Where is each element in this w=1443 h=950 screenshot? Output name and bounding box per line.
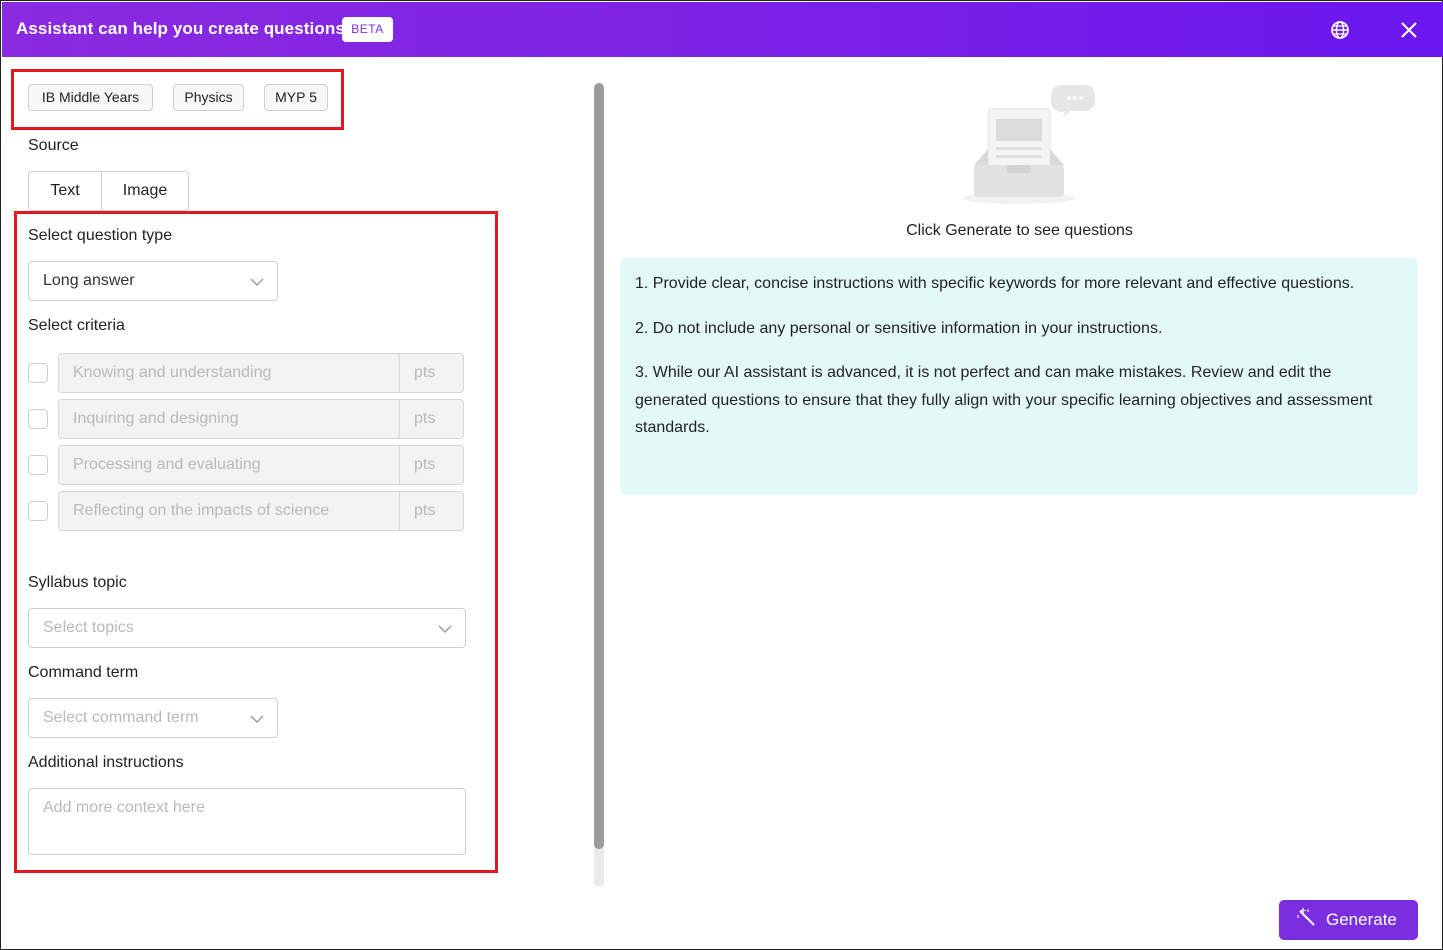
criterion-name: Inquiring and designing xyxy=(58,399,400,439)
tag-grade: MYP 5 xyxy=(264,84,328,111)
chevron-down-icon xyxy=(438,625,452,633)
magic-wand-icon xyxy=(1297,908,1315,926)
question-type-select[interactable]: Long answer xyxy=(28,261,278,301)
syllabus-topic-label: Syllabus topic xyxy=(28,574,127,591)
tip-item: 1. Provide clear, concise instructions w… xyxy=(635,275,1355,292)
criterion-row: Reflecting on the impacts of science pts xyxy=(28,491,465,531)
command-term-label: Command term xyxy=(28,664,139,681)
dialog-header: Assistant can help you create questions … xyxy=(2,2,1443,57)
command-term-select[interactable]: Select command term xyxy=(28,698,278,738)
criterion-points-input[interactable]: pts xyxy=(399,353,464,393)
source-image-button[interactable]: Image xyxy=(102,172,188,210)
assistant-dialog: Assistant can help you create questions … xyxy=(0,0,1443,950)
empty-state-caption: Click Generate to see questions xyxy=(906,222,1133,239)
tip-item: 2. Do not include any personal or sensit… xyxy=(635,319,1163,337)
globe-icon[interactable] xyxy=(1329,19,1351,41)
additional-instructions-label: Additional instructions xyxy=(28,754,184,771)
command-term-placeholder: Select command term xyxy=(43,709,199,726)
source-label: Source xyxy=(28,137,79,154)
chevron-down-icon xyxy=(250,715,264,723)
scrollbar-thumb[interactable] xyxy=(594,83,604,849)
criterion-checkbox[interactable] xyxy=(28,501,48,521)
additional-instructions-placeholder: Add more context here xyxy=(43,799,205,816)
question-type-label: Select question type xyxy=(28,227,173,244)
generate-button[interactable]: Generate xyxy=(1279,900,1418,940)
tip-item: 3. While our AI assistant is advanced, i… xyxy=(635,364,1373,436)
form-highlight-box xyxy=(14,211,498,873)
criterion-points-input[interactable]: pts xyxy=(399,399,464,439)
empty-inbox-illustration xyxy=(963,85,1095,204)
criterion-name: Reflecting on the impacts of science xyxy=(58,491,400,531)
dialog-title: Assistant can help you create questions xyxy=(16,19,345,38)
criterion-name: Knowing and understanding xyxy=(58,353,400,393)
criterion-checkbox[interactable] xyxy=(28,409,48,429)
criterion-row: Processing and evaluating pts xyxy=(28,445,465,485)
generate-label: Generate xyxy=(1326,910,1397,929)
tag-subject: Physics xyxy=(173,84,244,111)
syllabus-topic-placeholder: Select topics xyxy=(43,619,134,636)
tips-panel: 1. Provide clear, concise instructions w… xyxy=(620,258,1418,495)
close-icon[interactable] xyxy=(1398,19,1420,41)
criterion-points-input[interactable]: pts xyxy=(399,445,464,485)
syllabus-topic-select[interactable]: Select topics xyxy=(28,608,466,648)
criterion-row: Inquiring and designing pts xyxy=(28,399,465,439)
question-type-value: Long answer xyxy=(43,272,135,289)
criterion-name: Processing and evaluating xyxy=(58,445,400,485)
criteria-label: Select criteria xyxy=(28,317,125,334)
tag-program: IB Middle Years xyxy=(28,84,153,111)
criterion-points-input[interactable]: pts xyxy=(399,491,464,531)
source-text-button[interactable]: Text xyxy=(29,172,102,210)
chevron-down-icon xyxy=(250,278,264,286)
additional-instructions-input[interactable]: Add more context here xyxy=(28,788,466,855)
source-toggle: Text Image xyxy=(28,171,189,211)
criterion-checkbox[interactable] xyxy=(28,363,48,383)
beta-badge: BETA xyxy=(342,17,393,42)
criterion-checkbox[interactable] xyxy=(28,455,48,475)
criterion-row: Knowing and understanding pts xyxy=(28,353,465,393)
